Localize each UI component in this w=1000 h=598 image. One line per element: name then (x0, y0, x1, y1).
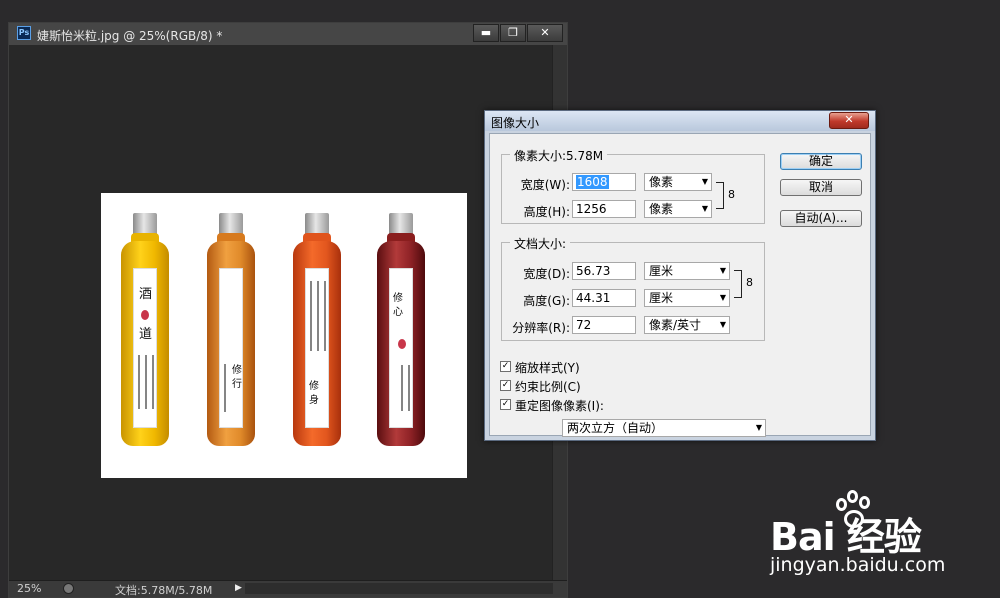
pixel-link-bracket (716, 182, 724, 209)
pixel-height-label: 高度(H): (523, 205, 570, 219)
resample-method-select[interactable]: 两次立方（自动） ▼ (562, 419, 766, 437)
dropdown-arrow-icon: ▼ (719, 266, 726, 275)
label-text-line (324, 281, 326, 351)
dialog-body: 像素大小:5.78M 宽度(W): 1608 像素 ▼ 高度(H): 1256 像… (489, 133, 871, 437)
doc-width-label: 宽度(D): (523, 267, 570, 281)
label-text-line (401, 365, 403, 411)
auto-button[interactable]: 自动(A)... (780, 210, 862, 227)
bottle-cap (389, 213, 413, 235)
document-size-title: 文档大小: (510, 235, 571, 252)
pixel-height-input[interactable]: 1256 (572, 200, 636, 218)
label-char: 身 (309, 395, 319, 406)
label-char: 修 (232, 365, 242, 376)
dialog-close-button[interactable]: ✕ (829, 112, 869, 129)
dropdown-arrow-icon: ▼ (701, 177, 708, 186)
dialog-title: 图像大小 (491, 116, 540, 130)
horizontal-scrollbar[interactable] (245, 583, 553, 594)
ok-button[interactable]: 确定 (780, 153, 862, 170)
pixel-width-input[interactable]: 1608 (572, 173, 636, 191)
label-char: 修 (393, 293, 403, 304)
baidu-logo-text: Bai 经验 (770, 515, 922, 559)
label-char: 心 (393, 307, 403, 318)
bottle-cap (219, 213, 243, 235)
bottle-dark-red: 修 心 (377, 213, 425, 453)
status-bar: 25% 文档:5.78M/5.78M ▶ (9, 580, 567, 597)
photoshop-icon: Ps (17, 26, 31, 40)
doc-width-unit-select[interactable]: 厘米 ▼ (644, 262, 730, 280)
pixel-dimensions-title: 像素大小:5.78M (510, 147, 608, 164)
close-button[interactable]: ✕ (527, 24, 563, 42)
bottle-label: 酒 道 (133, 268, 157, 428)
status-info-icon[interactable] (63, 583, 74, 594)
doc-width-input[interactable]: 56.73 (572, 262, 636, 280)
scale-styles-checkbox[interactable]: ✓ (500, 361, 511, 372)
window-controls: ▬ ❐ ✕ (472, 24, 563, 42)
label-char: 修 (309, 381, 319, 392)
bottle-cap (133, 213, 157, 235)
bottle-label: 修 心 (389, 268, 413, 428)
resolution-label: 分辨率(R): (512, 321, 570, 335)
doc-width-unit: 厘米 (649, 264, 674, 278)
chain-link-icon: 8 (728, 188, 735, 201)
document-title: 婕斯怡米粒.jpg @ 25%(RGB/8) * (37, 29, 223, 43)
label-text-line (145, 355, 147, 409)
pixel-width-unit-select[interactable]: 像素 ▼ (644, 173, 712, 191)
pixel-width-value: 1608 (576, 175, 609, 189)
resample-checkbox[interactable]: ✓ (500, 399, 511, 410)
restore-button[interactable]: ❐ (500, 24, 526, 42)
label-seal (398, 339, 406, 349)
bottle-red-orange: 修 身 (293, 213, 341, 453)
bottle-orange: 修 行 (207, 213, 255, 453)
minimize-button[interactable]: ▬ (473, 24, 499, 42)
document-image: 酒 道 修 行 修 身 修 心 (101, 193, 467, 478)
dropdown-arrow-icon: ▼ (755, 423, 762, 432)
bottle-cap (305, 213, 329, 235)
chain-link-icon: 8 (746, 276, 753, 289)
label-text-line (408, 365, 410, 411)
label-text-line (317, 281, 319, 351)
label-char: 道 (139, 327, 153, 342)
doc-height-label: 高度(G): (523, 294, 570, 308)
dropdown-arrow-icon: ▼ (719, 320, 726, 329)
canvas-area[interactable]: 酒 道 修 行 修 身 修 心 (9, 45, 553, 581)
document-titlebar[interactable]: Ps 婕斯怡米粒.jpg @ 25%(RGB/8) * ▬ ❐ ✕ (9, 23, 567, 46)
resolution-unit: 像素/英寸 (649, 318, 702, 332)
constrain-proportions-checkbox[interactable]: ✓ (500, 380, 511, 391)
resample-label[interactable]: 重定图像像素(I): (515, 397, 604, 414)
doc-height-unit: 厘米 (649, 291, 674, 305)
label-char: 行 (232, 379, 242, 390)
doc-height-unit-select[interactable]: 厘米 ▼ (644, 289, 730, 307)
pixel-width-unit: 像素 (649, 175, 674, 189)
pixel-width-label: 宽度(W): (520, 178, 570, 192)
label-seal (141, 310, 149, 320)
document-size-info: 文档:5.78M/5.78M (115, 584, 213, 597)
dropdown-arrow-icon: ▼ (719, 293, 726, 302)
cancel-button[interactable]: 取消 (780, 179, 862, 196)
resample-method: 两次立方（自动） (567, 421, 664, 435)
dialog-titlebar[interactable]: 图像大小 ✕ (485, 111, 875, 131)
status-menu-arrow-icon[interactable]: ▶ (235, 583, 242, 593)
resolution-unit-select[interactable]: 像素/英寸 ▼ (644, 316, 730, 334)
constrain-proportions-label[interactable]: 约束比例(C) (515, 378, 581, 395)
label-text-line (152, 355, 154, 409)
image-size-dialog: 图像大小 ✕ 像素大小:5.78M 宽度(W): 1608 像素 ▼ 高度(H):… (484, 110, 876, 441)
bottle-label: 修 行 (219, 268, 243, 428)
pixel-height-unit: 像素 (649, 202, 674, 216)
zoom-level[interactable]: 25% (17, 582, 41, 595)
doc-link-bracket (734, 270, 742, 298)
baidu-url-text: jingyan.baidu.com (770, 554, 946, 576)
pixel-height-unit-select[interactable]: 像素 ▼ (644, 200, 712, 218)
bottle-yellow: 酒 道 (121, 213, 169, 453)
label-char: 酒 (139, 287, 153, 302)
scale-styles-label[interactable]: 缩放样式(Y) (515, 359, 580, 376)
label-text-line (138, 355, 140, 409)
bottle-label: 修 身 (305, 268, 329, 428)
resolution-input[interactable]: 72 (572, 316, 636, 334)
dropdown-arrow-icon: ▼ (701, 204, 708, 213)
baidu-jingyan-watermark: Bai 经验 jingyan.baidu.com (770, 488, 990, 598)
label-text-line (224, 364, 226, 412)
doc-height-input[interactable]: 44.31 (572, 289, 636, 307)
label-text-line (310, 281, 312, 351)
